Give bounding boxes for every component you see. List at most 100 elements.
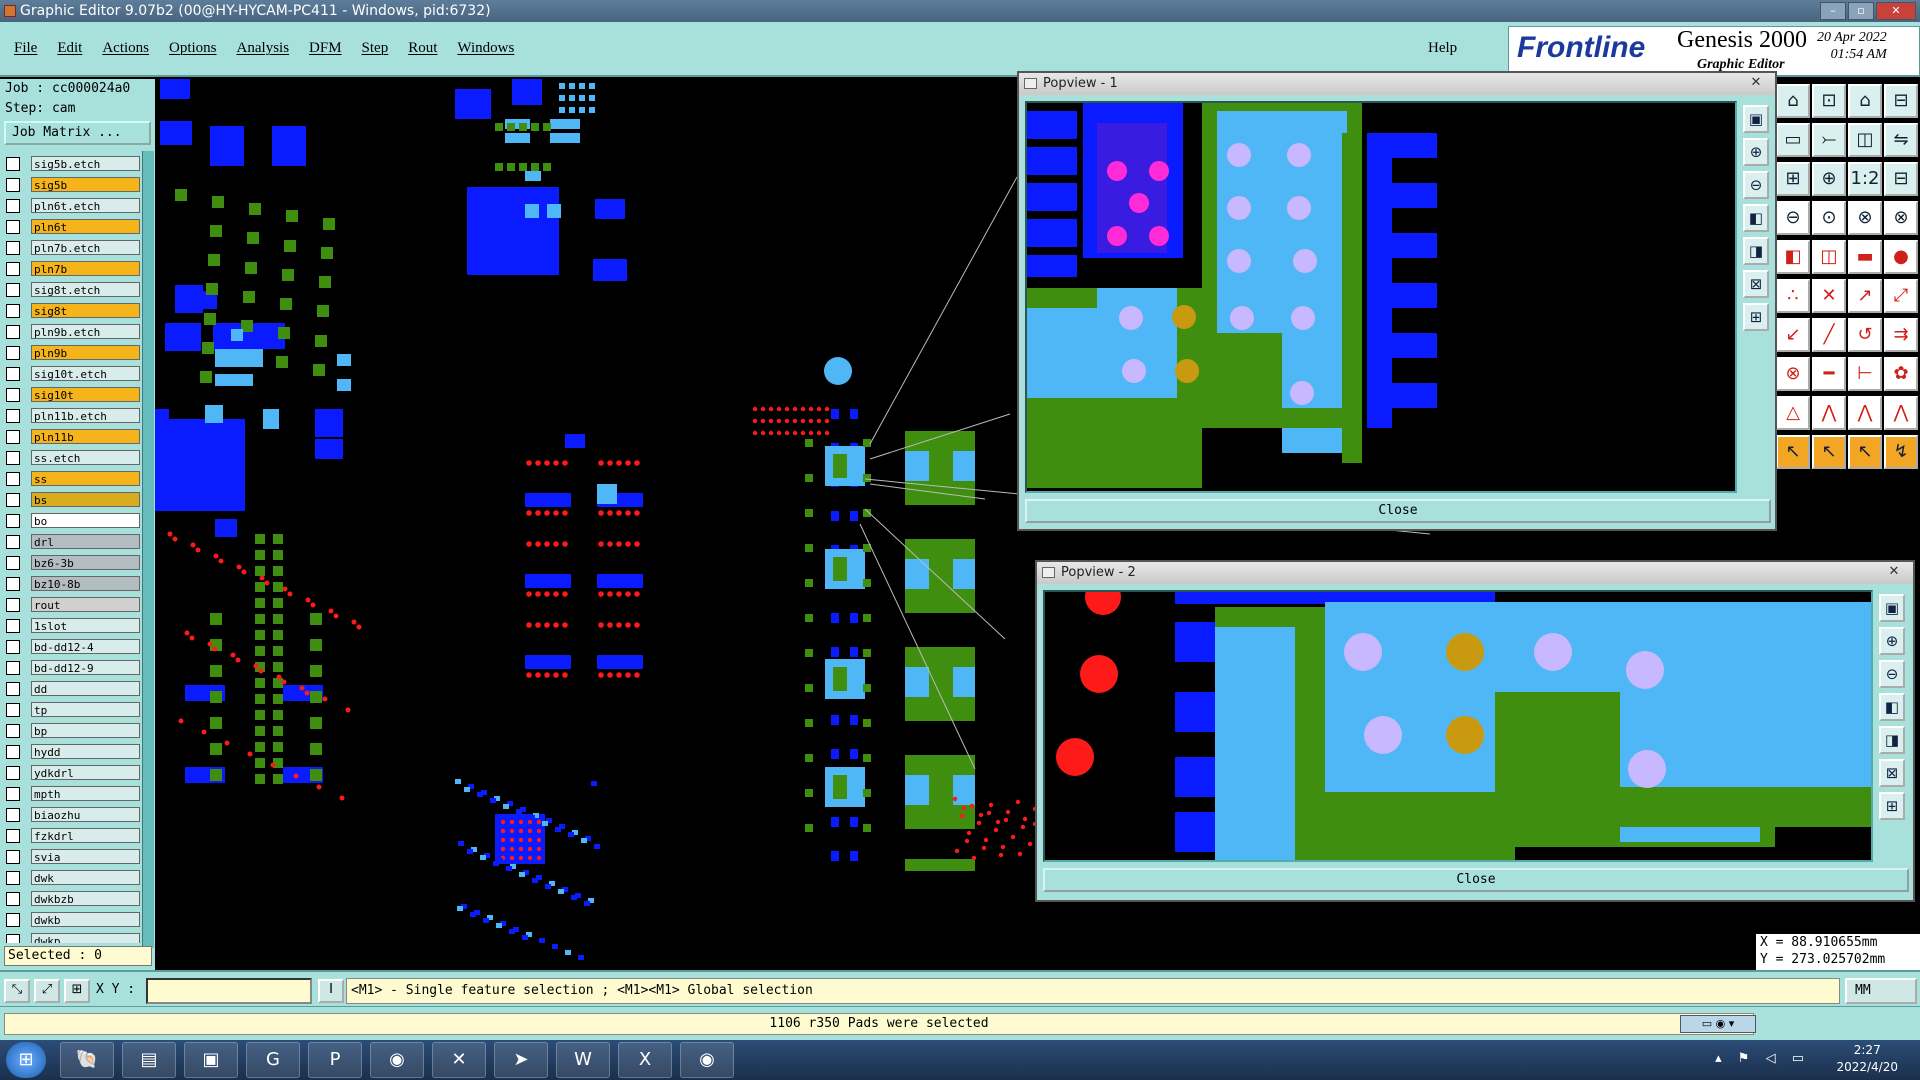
x-app-icon[interactable]: ✕ [432, 1042, 486, 1078]
layer-checkbox[interactable] [6, 702, 20, 717]
shell-icon[interactable]: 🐚 [60, 1042, 114, 1078]
layer-name[interactable]: bz10-8b [31, 576, 140, 591]
layer-row[interactable]: ss.etch [6, 447, 142, 468]
popview-2-view[interactable] [1043, 590, 1873, 862]
ruler-icon[interactable]: ▬ [1848, 240, 1882, 274]
peak-icon[interactable]: ⋀ [1812, 396, 1846, 430]
layer-checkbox[interactable] [6, 492, 20, 507]
layer-name[interactable]: pln9b [31, 345, 140, 360]
layer-name[interactable]: svia [31, 849, 140, 864]
pan-right-icon[interactable]: ◨ [1743, 237, 1769, 265]
layer-name[interactable]: mpth [31, 786, 140, 801]
layer-name[interactable]: pln11b [31, 429, 140, 444]
layer-checkbox[interactable] [6, 366, 20, 381]
layer-name[interactable]: dwk [31, 870, 140, 885]
layer-checkbox[interactable] [6, 324, 20, 339]
zoom-in-icon[interactable]: ⊕ [1879, 627, 1905, 655]
maximize-button[interactable]: ▫ [1848, 2, 1874, 20]
zoom-out-icon[interactable]: ⊖ [1879, 660, 1905, 688]
via-icon[interactable]: ⊗ [1776, 357, 1810, 391]
layer-name[interactable]: bo [31, 513, 140, 528]
layer-checkbox[interactable] [6, 849, 20, 864]
layer-checkbox[interactable] [6, 597, 20, 612]
layer-row[interactable]: bz6-3b [6, 552, 142, 573]
layer-name[interactable]: ydkdrl [31, 765, 140, 780]
peak3-icon[interactable]: ⋀ [1884, 396, 1918, 430]
layer-row[interactable]: bd-dd12-9 [6, 657, 142, 678]
save-disk-icon[interactable]: ▣ [184, 1042, 238, 1078]
layer-name[interactable]: bz6-3b [31, 555, 140, 570]
menu-rout[interactable]: Rout [408, 40, 437, 57]
layer-checkbox[interactable] [6, 471, 20, 486]
pointer3-icon[interactable]: ↖ [1848, 435, 1882, 469]
layer-checkbox[interactable] [6, 513, 20, 528]
layer-row[interactable]: fzkdrl [6, 825, 142, 846]
layer-name[interactable]: pln7b [31, 261, 140, 276]
layer-name[interactable]: sig10t [31, 387, 140, 402]
zoom-out-icon[interactable]: ⊖ [1776, 201, 1810, 235]
layer-name[interactable]: drl [31, 534, 140, 549]
zoom-in-icon[interactable]: ⊕ [1812, 162, 1846, 196]
window-icon[interactable]: ◫ [1848, 123, 1882, 157]
menu-dfm[interactable]: DFM [309, 40, 342, 57]
layer-row[interactable]: sig8t.etch [6, 279, 142, 300]
pan-left-icon[interactable]: ◧ [1879, 693, 1905, 721]
layer-name[interactable]: dwkbzb [31, 891, 140, 906]
layer-row[interactable]: sig10t [6, 384, 142, 405]
zoom-box-icon[interactable]: ⊠ [1743, 270, 1769, 298]
zoom-fit-icon[interactable]: ▣ [1743, 105, 1769, 133]
minimize-button[interactable]: – [1820, 2, 1846, 20]
layer-row[interactable]: bz10-8b [6, 573, 142, 594]
menu-analysis[interactable]: Analysis [237, 40, 290, 57]
pan-right-icon[interactable]: ◨ [1879, 726, 1905, 754]
genesis-eye-icon-2[interactable]: ◉ [680, 1042, 734, 1078]
layer-row[interactable]: tp [6, 699, 142, 720]
layer-checkbox[interactable] [6, 618, 20, 633]
layer-row[interactable]: biaozhu [6, 804, 142, 825]
layer-checkbox[interactable] [6, 807, 20, 822]
excel-icon[interactable]: X [618, 1042, 672, 1078]
layer-name[interactable]: 1slot [31, 618, 140, 633]
snapshot-icon[interactable]: ⊡ [1812, 84, 1846, 118]
layer-row[interactable]: pln11b [6, 426, 142, 447]
layer-checkbox[interactable] [6, 933, 20, 943]
layer-row[interactable]: pln9b [6, 342, 142, 363]
layer-checkbox[interactable] [6, 240, 20, 255]
menu-windows[interactable]: Windows [457, 40, 514, 57]
green-app-icon[interactable]: P [308, 1042, 362, 1078]
notepad-icon[interactable]: ▤ [122, 1042, 176, 1078]
layer-row[interactable]: mpth [6, 783, 142, 804]
cross-icon[interactable]: ⊗ [1848, 201, 1882, 235]
layer-name[interactable]: biaozhu [31, 807, 140, 822]
swap-icon[interactable]: ⇋ [1884, 123, 1918, 157]
rotate-icon[interactable]: ↺ [1848, 318, 1882, 352]
layer-row[interactable]: 1slot [6, 615, 142, 636]
status-icons[interactable]: ▭ ◉ ▾ [1680, 1015, 1756, 1033]
layer-name[interactable]: sig10t.etch [31, 366, 140, 381]
layer-row[interactable]: rout [6, 594, 142, 615]
zoom-out-icon[interactable]: ⊖ [1743, 171, 1769, 199]
bolt-icon[interactable]: ↯ [1884, 435, 1918, 469]
layer-name[interactable]: dd [31, 681, 140, 696]
layer-name[interactable]: hydd [31, 744, 140, 759]
layer-name[interactable]: bs [31, 492, 140, 507]
zoom-fit-icon[interactable]: ▣ [1879, 594, 1905, 622]
select-mode-icon[interactable]: ⤡ [4, 979, 30, 1003]
layer-name[interactable]: dwkp [31, 933, 140, 943]
peak2-icon[interactable]: ⋀ [1848, 396, 1882, 430]
grid-icon[interactable]: ⊞ [64, 979, 90, 1003]
layer-checkbox[interactable] [6, 870, 20, 885]
red-app-icon[interactable]: G [246, 1042, 300, 1078]
layer-row[interactable]: pln7b.etch [6, 237, 142, 258]
start-button[interactable]: ⊞ [6, 1042, 46, 1078]
xy-input[interactable] [146, 978, 312, 1004]
cross2-icon[interactable]: ⊗ [1884, 201, 1918, 235]
center-icon[interactable]: ⊞ [1879, 792, 1905, 820]
menu-step[interactable]: Step [362, 40, 389, 57]
layer-row[interactable]: dd [6, 678, 142, 699]
popview-1-close-button[interactable]: Close [1025, 499, 1771, 523]
layer-checkbox[interactable] [6, 639, 20, 654]
layer-checkbox[interactable] [6, 177, 20, 192]
layer-row[interactable]: bs [6, 489, 142, 510]
word-icon[interactable]: W [556, 1042, 610, 1078]
